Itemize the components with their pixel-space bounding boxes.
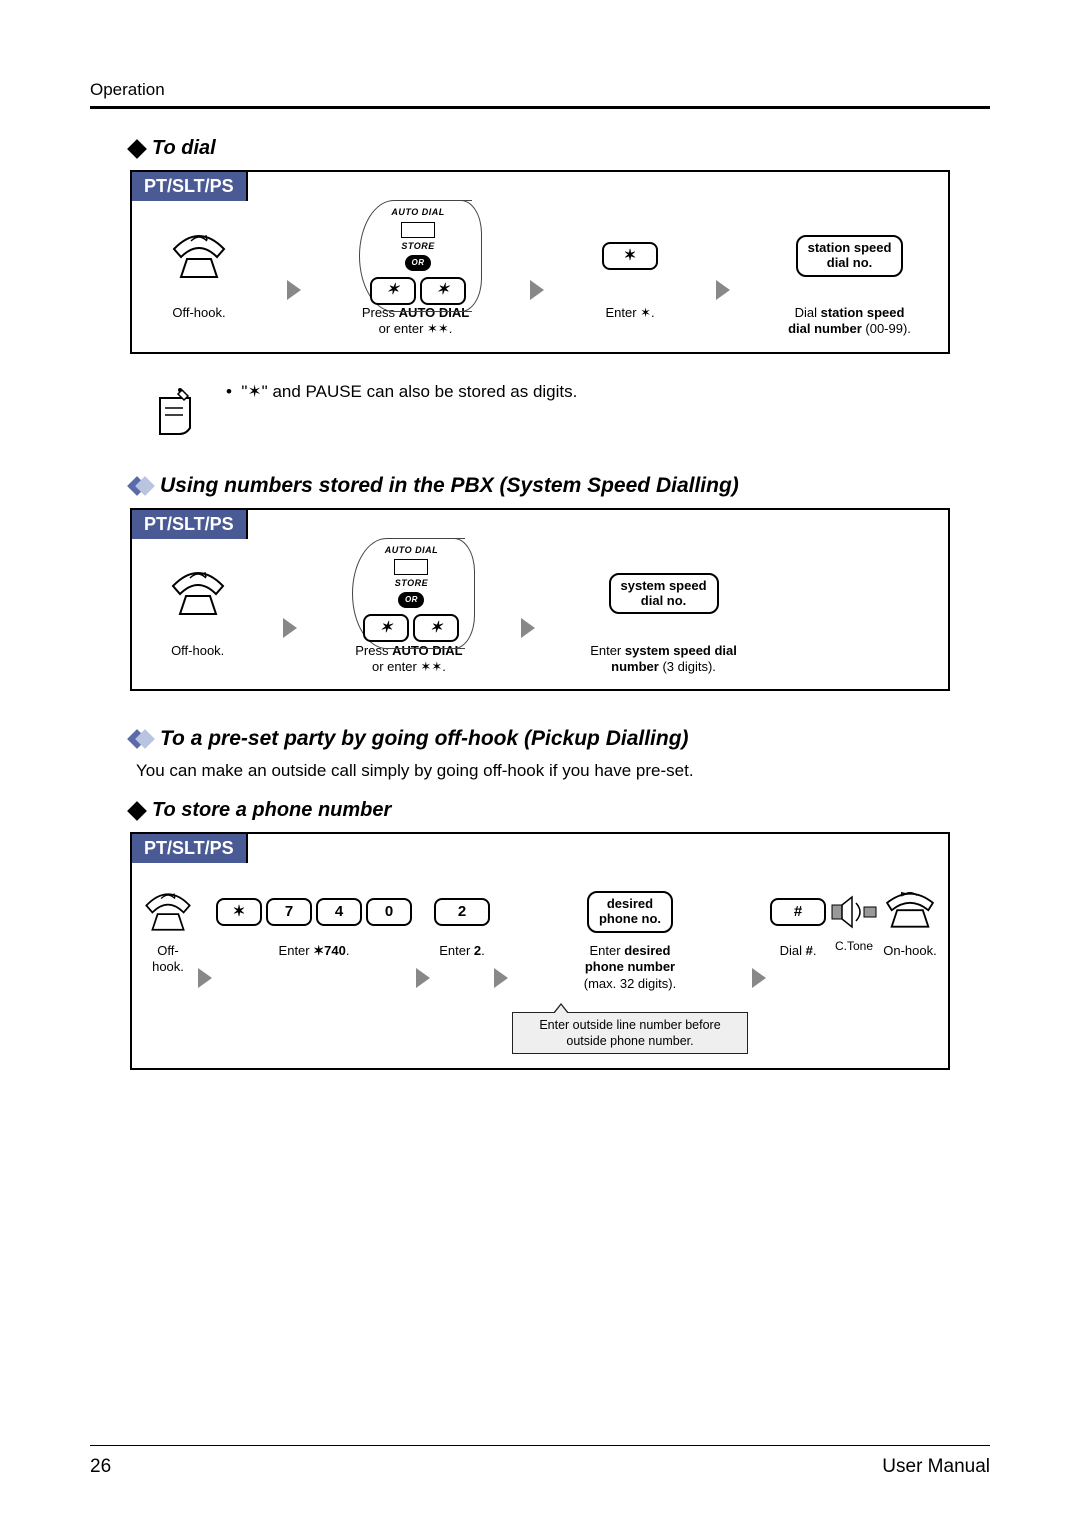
heading-store: To store a phone number xyxy=(130,799,990,822)
footer-rule xyxy=(90,1445,990,1446)
key-star: ✶ xyxy=(216,898,262,926)
double-diamond-icon xyxy=(130,732,152,746)
or-label: OR xyxy=(398,592,424,608)
speaker-ctone-icon xyxy=(830,895,878,929)
key-2: 2 xyxy=(434,898,490,926)
caption-desired-phone: Enter desired phone number (max. 32 digi… xyxy=(584,943,676,992)
arrow-icon xyxy=(198,968,212,988)
arrow-icon xyxy=(530,280,544,300)
step-offhook: Off-hook. xyxy=(169,213,229,321)
diamond-icon xyxy=(127,801,147,821)
desired-phone-box: desired phone no. xyxy=(587,891,673,933)
heading-system-speed: Using numbers stored in the PBX (System … xyxy=(130,474,990,498)
or-label: OR xyxy=(405,255,431,271)
heading-pickup: To a pre-set party by going off-hook (Pi… xyxy=(130,727,990,751)
arrow-icon xyxy=(494,968,508,988)
option-bracket: AUTO DIAL STORE OR ✶ ✶ xyxy=(352,538,465,650)
heading-store-text: To store a phone number xyxy=(152,799,391,822)
caption-dial-hash: Dial #. xyxy=(780,943,817,959)
phone-offhook-icon xyxy=(142,888,194,936)
caption-system-speed: Enter system speed dial number (3 digits… xyxy=(590,643,737,676)
arrow-icon xyxy=(287,280,301,300)
notepad-icon xyxy=(150,382,206,438)
key-4: 4 xyxy=(316,898,362,926)
diagram-tab: PT/SLT/PS xyxy=(130,832,248,863)
diagram-system-speed: PT/SLT/PS Off-hook. xyxy=(130,508,950,692)
key-star: ✶ xyxy=(420,277,466,305)
note-row: • "✶" and PAUSE can also be stored as di… xyxy=(150,382,950,438)
page-footer: 26 User Manual xyxy=(90,1445,990,1478)
caption-offhook: Off-hook. xyxy=(142,943,194,976)
caption-offhook: Off-hook. xyxy=(172,305,225,321)
key-0: 0 xyxy=(366,898,412,926)
step-autodial: AUTO DIAL STORE OR ✶ ✶ Press AUTO DIAL o… xyxy=(352,551,465,676)
phone-offhook-icon xyxy=(168,566,228,621)
autodial-bottom-label: STORE xyxy=(401,241,434,252)
arrow-icon xyxy=(416,968,430,988)
key-star: ✶ xyxy=(602,242,658,270)
step-ctone: C.Tone xyxy=(830,887,878,954)
header-section-label: Operation xyxy=(90,80,990,100)
key-hash: # xyxy=(770,898,826,926)
key-star: ✶ xyxy=(370,277,416,305)
heading-to-dial-text: To dial xyxy=(152,137,216,160)
header-rule xyxy=(90,106,990,109)
heading-pickup-text: To a pre-set party by going off-hook (Pi… xyxy=(160,727,689,751)
caption-star: Enter ✶. xyxy=(605,305,654,321)
phone-offhook-icon xyxy=(169,229,229,284)
step-offhook: Off-hook. xyxy=(142,887,194,976)
step-star: ✶ Enter ✶. xyxy=(602,213,658,321)
heading-to-dial: To dial xyxy=(130,137,990,160)
step-offhook: Off-hook. xyxy=(168,551,228,659)
step-enter-2: 2 Enter 2. xyxy=(434,887,490,959)
arrow-icon xyxy=(521,618,535,638)
step-autodial: AUTO DIAL STORE OR ✶ ✶ Press AUTO DIAL o… xyxy=(359,213,472,338)
option-bracket: AUTO DIAL STORE OR ✶ ✶ xyxy=(359,200,472,312)
station-speed-box: station speed dial no. xyxy=(796,235,904,277)
arrow-icon xyxy=(716,280,730,300)
page-number: 26 xyxy=(90,1456,111,1478)
system-speed-box: system speed dial no. xyxy=(609,573,719,615)
key-star: ✶ xyxy=(413,614,459,642)
manual-label: User Manual xyxy=(882,1456,990,1478)
ctone-label: C.Tone xyxy=(835,939,873,954)
autodial-top-label: AUTO DIAL xyxy=(385,545,438,556)
diamond-icon xyxy=(127,139,147,159)
diagram-to-dial: PT/SLT/PS Off-hook. xyxy=(130,170,950,354)
heading-system-speed-text: Using numbers stored in the PBX (System … xyxy=(160,474,739,498)
diagram-tab: PT/SLT/PS xyxy=(130,170,248,201)
key-7: 7 xyxy=(266,898,312,926)
caption-enter-2: Enter 2. xyxy=(439,943,485,959)
autodial-button-icon xyxy=(401,222,435,238)
diagram-store: PT/SLT/PS Off-hook. ✶ xyxy=(130,832,950,1070)
arrow-icon xyxy=(283,618,297,638)
autodial-button-icon xyxy=(394,559,428,575)
key-star: ✶ xyxy=(363,614,409,642)
note-text: • "✶" and PAUSE can also be stored as di… xyxy=(226,382,577,402)
step-station-speed: station speed dial no. Dial station spee… xyxy=(788,213,911,338)
autodial-top-label: AUTO DIAL xyxy=(391,207,444,218)
callout-note: Enter outside line number before outside… xyxy=(512,1012,748,1055)
step-dial-hash: # Dial #. xyxy=(770,887,826,959)
caption-station-speed: Dial station speed dial number (00-99). xyxy=(788,305,911,338)
step-system-speed: system speed dial no. Enter system speed… xyxy=(590,551,737,676)
autodial-bottom-label: STORE xyxy=(395,578,428,589)
caption-enter-740: Enter ✶740. xyxy=(279,943,350,959)
diagram-tab: PT/SLT/PS xyxy=(130,508,248,539)
phone-onhook-icon xyxy=(882,890,938,934)
step-onhook: On-hook. xyxy=(882,887,938,959)
caption-offhook: Off-hook. xyxy=(171,643,224,659)
caption-onhook: On-hook. xyxy=(883,943,936,959)
pickup-paragraph: You can make an outside call simply by g… xyxy=(136,761,950,781)
step-enter-740: ✶ 7 4 0 Enter ✶740. xyxy=(216,887,412,959)
double-diamond-icon xyxy=(130,479,152,493)
step-desired-phone: desired phone no. Enter desired phone nu… xyxy=(512,887,748,1054)
arrow-icon xyxy=(752,968,766,988)
